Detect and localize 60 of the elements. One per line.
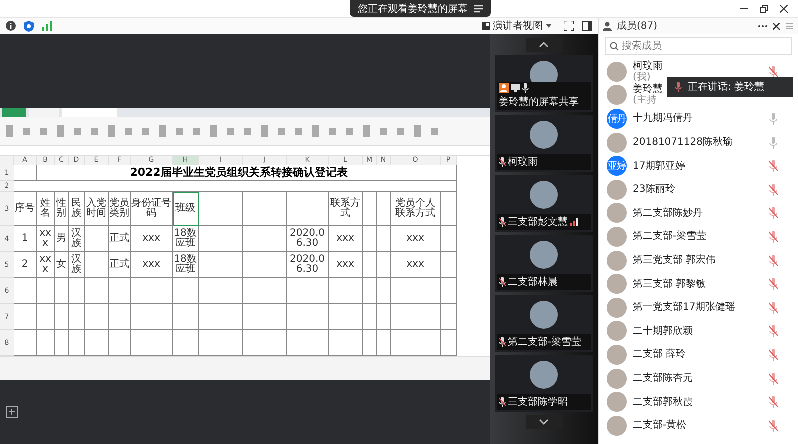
member-name: 姜玲慧 — [633, 84, 663, 96]
avatar: 倩丹 — [607, 108, 627, 129]
table-cell: xxx — [131, 252, 173, 278]
table-cell: 2020.06.30 — [287, 226, 329, 252]
member-name: 柯玟雨 — [633, 60, 663, 72]
table-cell: xxx — [329, 226, 363, 252]
table-cell: 正式 — [109, 252, 131, 278]
table-cell: 汉族 — [69, 252, 85, 278]
table-cell: 18数应班 — [173, 252, 199, 278]
column-heading: 民族 — [69, 192, 85, 226]
table-cell: 女 — [55, 252, 69, 278]
participant-name: 三支部陈学昭 — [508, 396, 568, 409]
participant-name: 三支部彭文慧 — [508, 216, 568, 229]
member-name: 23陈丽玲 — [633, 184, 676, 196]
member-role: (我) — [633, 72, 652, 83]
table-cell: 2 — [14, 252, 37, 278]
table-cell: 1 — [14, 226, 37, 252]
speaking-text: 正在讲话: 姜玲慧 — [688, 80, 765, 94]
column-heading: 党员类别 — [109, 192, 131, 226]
sheet-title: 2022届毕业生党员组织关系转接确认登记表 — [37, 165, 441, 181]
members-title: 成员(87) — [617, 20, 658, 33]
table-cell: 男 — [55, 226, 69, 252]
member-name: 十九期冯倩丹 — [633, 113, 693, 124]
column-heading: 序号 — [14, 192, 37, 226]
column-heading: 身份证号码 — [131, 192, 173, 226]
column-heading: 联系方式 — [329, 192, 363, 226]
table-cell: xxx — [37, 226, 55, 252]
member-name: 第二支部陈妙丹 — [633, 208, 703, 219]
table-cell: 18数应班 — [173, 226, 199, 252]
table-cell: 汉族 — [69, 226, 85, 252]
member-name: 二支部郭秋霞 — [633, 396, 693, 408]
table-cell: xxx — [329, 252, 363, 278]
member-name: 二支部陈杏元 — [633, 373, 693, 384]
notice-text: 您正在观看姜玲慧的屏幕 — [358, 2, 468, 16]
table-cell: 正式 — [109, 226, 131, 252]
member-name: 二支部 薛玲 — [633, 349, 686, 360]
table-cell: xxx — [131, 226, 173, 252]
member-name: 第三支部 郭黎敏 — [633, 278, 706, 290]
column-heading: 姓名 — [37, 192, 55, 226]
column-heading: 党员个人联系方式 — [391, 192, 441, 226]
participant-name: 第二支部-梁雪莹 — [508, 336, 582, 349]
avatar: 亚婷 — [607, 156, 627, 176]
member-name: 二支部-黄松 — [633, 420, 687, 432]
table-cell: xxx — [37, 252, 55, 278]
member-name: 第一党支部17期张健瑶 — [633, 302, 736, 314]
column-heading: 班级 — [173, 192, 199, 226]
participant-name: 姜玲慧的屏幕共享 — [499, 96, 579, 109]
table-cell: xxx — [391, 252, 441, 278]
member-name: 17期郭亚婷 — [633, 160, 686, 172]
member-role: (主持 — [633, 95, 658, 106]
member-name: 二十期郭欣颖 — [633, 326, 693, 337]
column-heading: 性别 — [55, 192, 69, 226]
member-name: 20181071128陈秋瑜 — [633, 137, 733, 148]
member-name: 第三党支部 郭宏伟 — [633, 255, 716, 266]
member-name: 第二支部-梁雪莹 — [633, 231, 707, 242]
participant-name: 柯玟雨 — [508, 156, 538, 169]
table-cell: xxx — [391, 226, 441, 252]
participant-name: 二支部林晨 — [508, 276, 558, 289]
column-heading: 入党时间 — [85, 192, 109, 226]
table-cell: 2020.06.30 — [287, 252, 329, 278]
